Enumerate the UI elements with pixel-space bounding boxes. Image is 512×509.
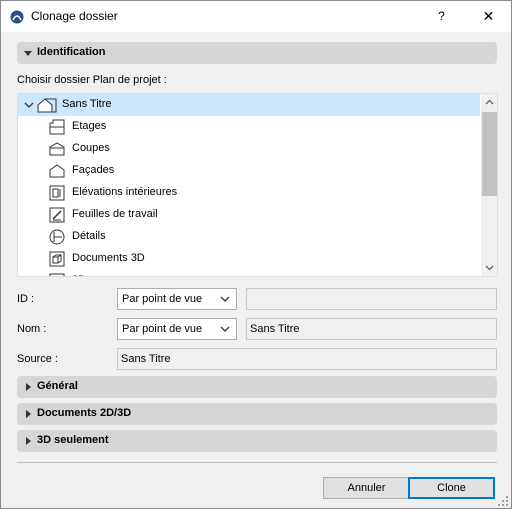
chevron-right-icon <box>26 410 31 418</box>
house-folder-icon <box>37 98 57 113</box>
interior-elevation-icon <box>49 185 65 201</box>
footer-divider <box>17 462 497 463</box>
cancel-button[interactable]: Annuler <box>323 477 410 499</box>
chevron-right-icon <box>26 437 31 445</box>
3d-icon <box>49 273 65 276</box>
name-label: Nom : <box>17 323 47 335</box>
resize-grip-icon[interactable] <box>497 495 509 507</box>
help-button[interactable]: ? <box>419 1 464 32</box>
chevron-down-icon <box>220 296 230 302</box>
worksheet-icon <box>49 207 65 223</box>
tree-item-details[interactable]: Détails <box>18 226 480 248</box>
chevron-down-icon <box>24 51 32 56</box>
section-identification[interactable]: Identification <box>17 42 497 64</box>
tree-scrollbar[interactable] <box>481 94 498 276</box>
chevron-down-icon <box>24 102 34 108</box>
scroll-thumb[interactable] <box>482 112 497 196</box>
window-title: Clonage dossier <box>31 9 118 23</box>
section-general[interactable]: Général <box>17 376 497 398</box>
name-mode-select[interactable]: Par point de vue <box>117 318 237 340</box>
section-3d-seulement[interactable]: 3D seulement <box>17 430 497 452</box>
tree-item-feuilles-de-travail[interactable]: Feuilles de travail <box>18 204 480 226</box>
id-label: ID : <box>17 293 35 305</box>
section-documents-2d-3d[interactable]: Documents 2D/3D <box>17 403 497 425</box>
section-icon <box>49 142 65 156</box>
3d-document-icon <box>49 251 65 267</box>
scroll-down-icon[interactable] <box>481 259 498 276</box>
tree-item-etages[interactable]: Etages <box>18 116 480 138</box>
title-bar: Clonage dossier ? ✕ <box>1 1 511 32</box>
tree-item-root[interactable]: Sans Titre <box>18 94 480 116</box>
chevron-down-icon <box>220 326 230 332</box>
elevation-icon <box>49 164 65 178</box>
tree-item-3d[interactable]: 3D <box>18 270 480 276</box>
project-map-tree[interactable]: Sans Titre Etages Coupes Façades Elévati… <box>17 93 498 277</box>
scroll-up-icon[interactable] <box>481 94 498 111</box>
close-icon: ✕ <box>482 8 495 24</box>
chevron-right-icon <box>26 383 31 391</box>
tree-item-coupes[interactable]: Coupes <box>18 138 480 160</box>
id-field[interactable] <box>246 288 497 310</box>
tree-item-documents-3d[interactable]: Documents 3D <box>18 248 480 270</box>
source-label: Source : <box>17 353 58 365</box>
tree-item-facades[interactable]: Façades <box>18 160 480 182</box>
choose-folder-label: Choisir dossier Plan de projet : <box>17 74 167 86</box>
close-button[interactable]: ✕ <box>466 1 511 32</box>
archicad-logo-icon <box>10 10 24 24</box>
stories-icon <box>49 119 65 135</box>
clone-folder-dialog: Clonage dossier ? ✕ Identification Chois… <box>0 0 512 509</box>
detail-icon <box>49 229 65 245</box>
source-field: Sans Titre <box>117 348 497 370</box>
clone-button[interactable]: Clone <box>408 477 495 499</box>
id-mode-select[interactable]: Par point de vue <box>117 288 237 310</box>
name-field[interactable]: Sans Titre <box>246 318 497 340</box>
tree-item-elevations-interieures[interactable]: Elévations intérieures <box>18 182 480 204</box>
